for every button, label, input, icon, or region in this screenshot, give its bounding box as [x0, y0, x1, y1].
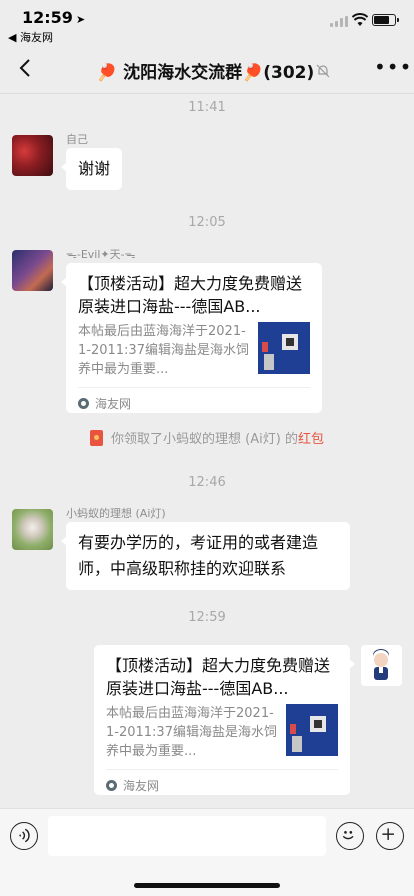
system-message: 你领取了小蚂蚁的理想 (Ai灯) 的红包 — [0, 428, 414, 447]
message-text: 有要办学历的，考证用的或者建造师，中高级职称挂的欢迎联系 — [78, 533, 319, 578]
link-card[interactable]: 【顶楼活动】超大力度免费赠送原装进口海盐---德国AB... 本帖最后由蓝海海洋… — [94, 645, 355, 795]
link-card-thumbnail — [258, 322, 310, 374]
haiyou-logo-icon — [78, 397, 89, 409]
message-text: 谢谢 — [78, 159, 111, 178]
status-bar: 12:59 ➤ ◀ 海友网 — [0, 0, 414, 44]
link-card-thumbnail — [286, 704, 338, 756]
timestamp: 12:05 — [188, 215, 226, 230]
plus-icon — [382, 828, 394, 840]
avatar[interactable] — [12, 135, 53, 176]
message-bubble[interactable]: 谢谢 — [60, 148, 123, 190]
voice-icon — [19, 828, 30, 843]
battery-icon — [372, 14, 399, 26]
source-label: 海友网 — [123, 778, 160, 793]
input-bar — [0, 808, 414, 896]
red-packet-link[interactable]: 红包 — [298, 432, 324, 447]
message-list: 11:41 自己 谢谢 12:05 ᯓ-Evil✦天-ᯓ 【顶楼活动】超大力度免… — [0, 94, 414, 808]
home-indicator[interactable] — [134, 883, 280, 888]
emoji-icon — [342, 831, 354, 840]
avatar[interactable] — [361, 645, 402, 686]
back-to-app-link[interactable]: ◀ 海友网 — [8, 29, 53, 45]
status-time: 12:59 ➤ — [22, 8, 85, 27]
link-card-title: 【顶楼活动】超大力度免费赠送原装进口海盐---德国AB... — [78, 274, 303, 316]
timestamp: 11:41 — [188, 100, 226, 115]
location-arrow-icon: ➤ — [75, 13, 86, 26]
voice-button[interactable] — [10, 822, 38, 850]
plus-button[interactable] — [376, 822, 404, 850]
link-card-body: 本帖最后由蓝海海洋于2021-1-2011:37编辑海盐是海水饲养中最为重要..… — [106, 704, 338, 762]
wifi-icon — [352, 13, 368, 26]
avatar[interactable] — [12, 250, 53, 291]
system-message-text: 你领取了小蚂蚁的理想 (Ai灯) 的 — [111, 432, 298, 447]
link-card-title: 【顶楼活动】超大力度免费赠送原装进口海盐---德国AB... — [106, 656, 331, 698]
link-card-source: 海友网 — [106, 769, 338, 795]
link-card-description: 本帖最后由蓝海海洋于2021-1-2011:37编辑海盐是海水饲养中最为重要..… — [78, 324, 249, 377]
haiyou-logo-icon — [106, 779, 117, 791]
cellular-signal-icon — [330, 16, 348, 27]
avatar[interactable] — [12, 509, 53, 550]
chat-title: 🏓 沈阳海水交流群🏓(302) — [96, 63, 315, 83]
link-card-description: 本帖最后由蓝海海洋于2021-1-2011:37编辑海盐是海水饲养中最为重要..… — [106, 706, 277, 759]
chevron-left-icon[interactable] — [14, 56, 38, 80]
timestamp: 12:46 — [188, 475, 226, 490]
bell-slash-icon — [316, 64, 330, 78]
chat-header: 🏓 沈阳海水交流群🏓(302) ••• — [0, 44, 414, 94]
sender-name: ᯓ-Evil✦天-ᯓ — [66, 248, 136, 261]
red-packet-icon — [90, 430, 104, 446]
emoji-button[interactable] — [336, 822, 364, 850]
link-card-source: 海友网 — [78, 387, 310, 413]
timestamp: 12:59 — [188, 610, 226, 625]
sender-name: 小蚂蚁的理想 (Ai灯) — [66, 507, 166, 520]
time-text: 12:59 — [22, 8, 73, 27]
message-input[interactable] — [48, 816, 326, 856]
more-options-button[interactable]: ••• — [374, 57, 411, 80]
source-label: 海友网 — [95, 396, 132, 411]
sender-name: 自己 — [66, 133, 88, 146]
message-bubble[interactable]: 有要办学历的，考证用的或者建造师，中高级职称挂的欢迎联系 — [61, 522, 350, 590]
link-card-body: 本帖最后由蓝海海洋于2021-1-2011:37编辑海盐是海水饲养中最为重要..… — [78, 322, 310, 380]
link-card[interactable]: 【顶楼活动】超大力度免费赠送原装进口海盐---德国AB... 本帖最后由蓝海海洋… — [61, 263, 322, 413]
